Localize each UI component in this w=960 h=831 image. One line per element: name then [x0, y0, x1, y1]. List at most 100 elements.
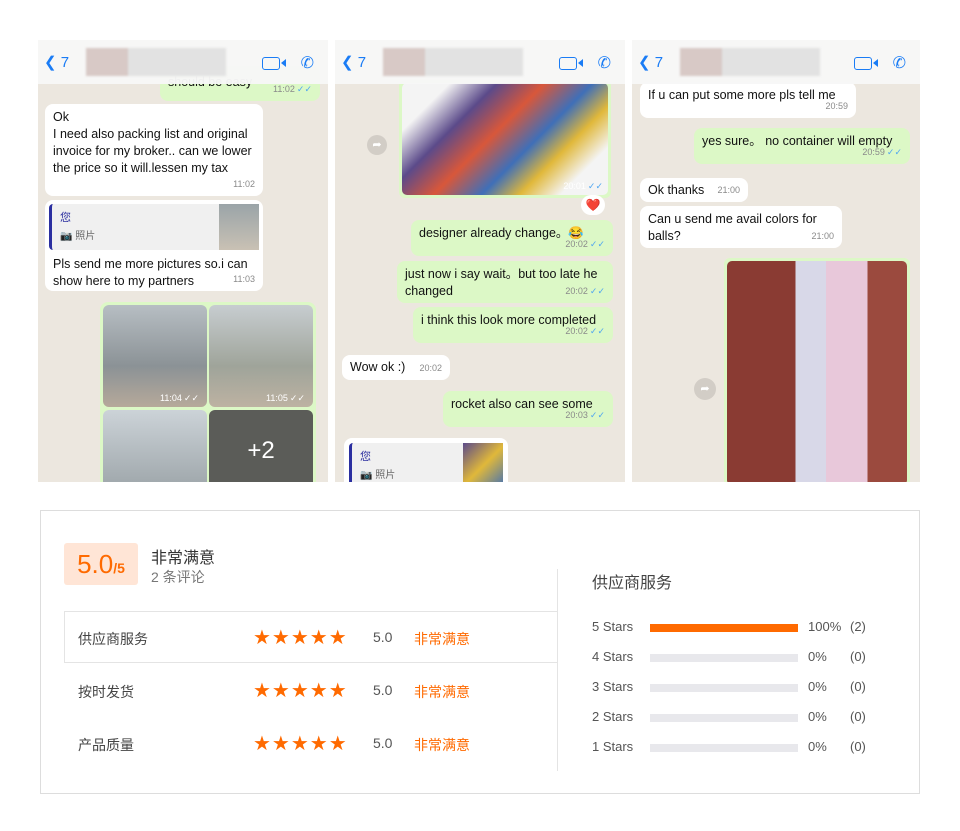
distribution-bar [650, 684, 798, 692]
message-in-reply: 您 📷 照片 Pls send me more pictures so.i can… [45, 200, 263, 291]
chat-header: ❮ 7 ✆ [335, 40, 625, 84]
rating-row[interactable]: 产品质量 ★★★★★ 5.0 非常满意 [41, 733, 557, 755]
star-level: 5 Stars [592, 619, 634, 634]
rating-label: 非常满意 [414, 684, 470, 700]
message-time: 11:02 [233, 179, 255, 189]
phone-call-icon[interactable]: ✆ [301, 53, 314, 73]
percentage: 100% [808, 619, 842, 634]
percentage: 0% [808, 649, 827, 664]
percentage: 0% [808, 739, 827, 754]
rating-label: 非常满意 [414, 631, 470, 647]
rating-category: 供应商服务 [78, 631, 148, 647]
video-call-icon[interactable] [559, 57, 583, 70]
photo[interactable]: 11:04 ✓✓ [103, 305, 207, 407]
percentage: 0% [808, 709, 827, 724]
quote-type: 📷 照片 [60, 231, 96, 242]
chat-header: ❮ 7 ✆ [38, 40, 328, 84]
message-in: Can u send me avail colors for balls? 21:… [640, 206, 842, 248]
review-count[interactable]: 2 条评论 [151, 567, 205, 587]
message-in-reply: 您 📷 照片 [344, 438, 508, 482]
message-out: just now i say wait。but too late he chan… [397, 261, 613, 303]
count: (2) [850, 619, 866, 634]
heart-reaction[interactable]: ❤️ [581, 195, 605, 215]
count: (0) [850, 709, 866, 724]
rating-label: 非常满意 [414, 737, 470, 753]
photo-time: 11:05 ✓✓ [266, 393, 305, 403]
quote-author: 您 [60, 212, 71, 224]
overall-label: 非常满意 [151, 550, 216, 567]
photo[interactable] [103, 410, 207, 482]
contact-name-blurred [680, 48, 820, 76]
star-level: 1 Stars [592, 739, 634, 754]
star-rating: ★★★★★ [253, 627, 348, 649]
overall-score-badge: 5.0/5 [64, 543, 138, 585]
quoted-message[interactable]: 您 📷 照片 [349, 443, 503, 482]
message-in: Ok thanks 21:00 [640, 178, 748, 202]
supplier-rating-card: 5.0/5 非常满意 2 条评论 供应商服务 ★★★★★ 5.0 非常满意 按时… [40, 510, 920, 794]
quote-thumbnail [219, 204, 259, 250]
distribution-bar-fill [650, 624, 798, 632]
star-rating: ★★★★★ [253, 733, 348, 755]
chat-screenshot-1: ❮ 7 ✆ should be easy11:02✓✓ Ok I need al… [38, 40, 328, 482]
message-out: i think this look more completed 20:02 ✓✓ [413, 307, 613, 343]
chat-screenshot-2: ❮ 7 ✆ ➦ 20:01 ✓✓ ❤️ designer already chan… [335, 40, 625, 482]
count: (0) [850, 649, 866, 664]
back-button[interactable]: ❮ 7 [44, 53, 69, 71]
forward-icon[interactable]: ➦ [694, 378, 716, 400]
distribution-bar [650, 654, 798, 662]
chat-screenshot-3: ❮ 7 ✆ If u can put some more pls tell me… [632, 40, 920, 482]
rating-score: 5.0 [373, 735, 393, 751]
container-photo [727, 261, 907, 482]
message-in: Wow ok :) 20:02 [342, 355, 450, 380]
contact-name-blurred [86, 48, 226, 76]
quoted-message[interactable]: 您 📷 照片 [49, 204, 259, 250]
quote-thumbnail [463, 443, 503, 482]
photo[interactable]: 11:05 ✓✓ [209, 305, 313, 407]
star-distribution-row[interactable]: 4 Stars 0% (0) [592, 649, 892, 665]
star-distribution-row[interactable]: 3 Stars 0% (0) [592, 679, 892, 695]
distribution-title: 供应商服务 [592, 575, 673, 592]
phone-call-icon[interactable]: ✆ [893, 53, 906, 73]
star-level: 2 Stars [592, 709, 634, 724]
distribution-bar [650, 624, 798, 632]
photo-time: 20:01 ✓✓ [563, 181, 603, 191]
back-button[interactable]: ❮ 7 [638, 53, 663, 71]
contact-name-blurred [383, 48, 523, 76]
phone-call-icon[interactable]: ✆ [598, 53, 611, 73]
photo-message[interactable] [724, 258, 910, 482]
star-level: 4 Stars [592, 649, 634, 664]
playground-photo [402, 83, 608, 195]
count: (0) [850, 679, 866, 694]
photo-message[interactable]: 20:01 ✓✓ [399, 80, 611, 198]
message-time: 11:03 [233, 274, 255, 284]
message-out: rocket also can see some 20:03 ✓✓ [443, 391, 613, 427]
message-text: Ok I need also packing list and original… [53, 110, 252, 175]
count: (0) [850, 739, 866, 754]
unread-count: 7 [60, 54, 70, 71]
message-in: Ok I need also packing list and original… [45, 104, 263, 196]
star-distribution-row[interactable]: 2 Stars 0% (0) [592, 709, 892, 725]
distribution-bar [650, 714, 798, 722]
more-photos[interactable]: +2 [209, 410, 313, 482]
back-button[interactable]: ❮ 7 [341, 53, 366, 71]
star-level: 3 Stars [592, 679, 634, 694]
message-text: Pls send me more pictures so.i can show … [53, 257, 248, 288]
message-out: yes sure。 no container will empty 20:59 ✓✓ [694, 128, 910, 164]
photo-time: 11:04 ✓✓ [160, 393, 199, 403]
rating-row[interactable]: 按时发货 ★★★★★ 5.0 非常满意 [41, 680, 557, 702]
message-in: If u can put some more pls tell me 20:59 [640, 82, 856, 118]
star-distribution-row[interactable]: 5 Stars 100% (2) [592, 619, 892, 635]
forward-icon[interactable]: ➦ [367, 135, 387, 155]
star-rating: ★★★★★ [253, 680, 348, 702]
chat-header: ❮ 7 ✆ [632, 40, 920, 84]
rating-category: 按时发货 [78, 684, 134, 700]
rating-row[interactable]: 供应商服务 ★★★★★ 5.0 非常满意 [41, 627, 557, 649]
video-call-icon[interactable] [854, 57, 878, 70]
message-out: designer already change。😂 20:02 ✓✓ [411, 220, 613, 256]
star-distribution-row[interactable]: 1 Stars 0% (0) [592, 739, 892, 755]
video-call-icon[interactable] [262, 57, 286, 70]
percentage: 0% [808, 679, 827, 694]
photo-album[interactable]: 11:04 ✓✓ 11:05 ✓✓ +2 [100, 302, 316, 482]
rating-score: 5.0 [373, 629, 393, 645]
rating-score: 5.0 [373, 682, 393, 698]
